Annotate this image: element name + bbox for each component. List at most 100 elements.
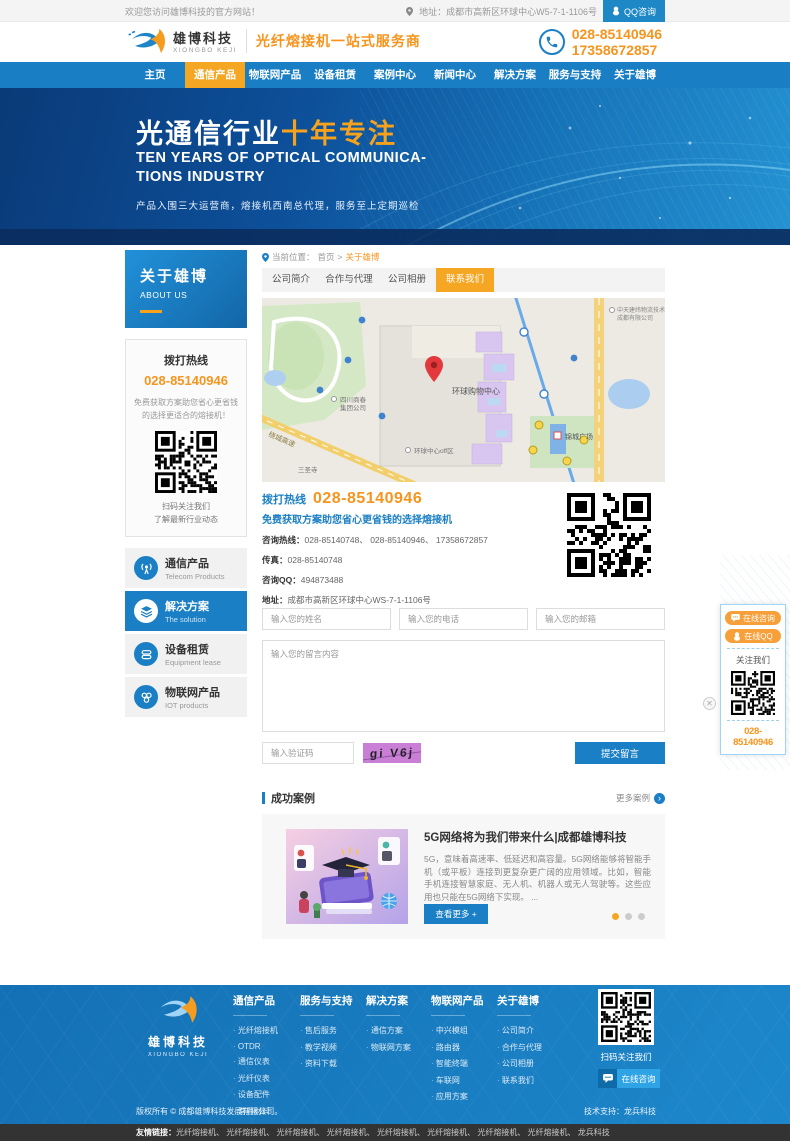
footer: 雄博科技 XIONGBO KEJI 通信产品 光纤熔接机 OTDR 通信仪表 光… — [0, 985, 790, 1124]
footer-link[interactable]: 资料下载 — [300, 1058, 353, 1069]
captcha-input[interactable] — [262, 742, 354, 764]
tab-company-profile[interactable]: 公司简介 — [262, 268, 320, 292]
location-map[interactable]: 绕城高速 环球购物中心 四川商春 集团公司 环球中心off区 三圣寺 — [262, 298, 665, 482]
cases-section-title: 成功案例 — [271, 790, 315, 806]
footer-link[interactable]: 光纤熔接机 — [233, 1025, 278, 1036]
tab-contact-us[interactable]: 联系我们 — [436, 268, 494, 292]
case-title[interactable]: 5G网络将为我们带来什么|成都雄博科技 — [424, 829, 651, 845]
footer-link[interactable]: 联系我们 — [497, 1075, 542, 1086]
footer-link[interactable]: 应用方案 — [431, 1091, 484, 1102]
qq-penguin-icon — [733, 632, 741, 641]
page: 欢迎您访问雄博科技的官方网站！ 地址：成都市高新区环球中心W5-7-1-1106… — [0, 0, 790, 1141]
carousel-dot-3[interactable] — [638, 913, 645, 920]
antenna-icon — [134, 556, 158, 580]
sidebar-qr-code — [155, 431, 217, 493]
logo-en: XIONGBO KEJI — [173, 47, 237, 54]
nav-item-home[interactable]: 主页 — [125, 62, 185, 88]
sidebar-about-title: 关于雄博 — [140, 265, 247, 286]
map-graphics: 绕城高速 环球购物中心 四川商春 集团公司 环球中心off区 三圣寺 — [262, 298, 665, 482]
nav-item-solutions[interactable]: 解决方案 — [485, 62, 545, 88]
phone-number-1: 028-85140946 — [572, 26, 662, 42]
footer-link[interactable]: 教学视频 — [300, 1042, 353, 1053]
nav-item-about[interactable]: 关于雄博 — [605, 62, 665, 88]
footer-col-iot: 物联网产品 中兴模组 路由器 智能终端 车联网 应用方案 — [431, 993, 484, 1108]
sidebar-item-solutions[interactable]: 解决方案The solution — [125, 591, 247, 631]
footer-link[interactable]: 通信仪表 — [233, 1056, 278, 1067]
nav-item-support[interactable]: 服务与支持 — [545, 62, 605, 88]
submit-message-button[interactable]: 提交留言 — [575, 742, 665, 764]
chat-bubble-icon — [598, 1069, 617, 1088]
topbar-address: 地址：成都市高新区环球中心W5-7-1-1106号 — [419, 5, 597, 18]
footer-link[interactable]: 公司简介 — [497, 1025, 542, 1036]
footer-link[interactable]: 通信方案 — [366, 1025, 411, 1036]
contact-hotline-phone: 028-85140946 — [313, 490, 422, 508]
tab-company-gallery[interactable]: 公司相册 — [378, 268, 436, 292]
footer-link[interactable]: OTDR — [233, 1042, 278, 1051]
footer-link[interactable]: 车联网 — [431, 1075, 484, 1086]
online-consult-button[interactable]: 在线咨询 — [725, 611, 781, 625]
carousel-dot-2[interactable] — [625, 913, 632, 920]
divider — [727, 720, 779, 721]
case-excerpt: 5G，意味着高速率、低延迟和高容量。5G网络能够将智能手机（或平板）连接到更复杂… — [424, 853, 651, 903]
follow-us-label: 关注我们 — [725, 654, 781, 666]
close-icon[interactable]: ✕ — [703, 697, 716, 710]
svg-text:集团公司: 集团公司 — [340, 403, 366, 412]
footer-consult-button[interactable]: 在线咨询 — [598, 1069, 660, 1088]
carousel-dot-1[interactable] — [612, 913, 619, 920]
sidebar: 关于雄博 ABOUT US 拨打热线 028-85140946 免费获取方案助您… — [125, 250, 247, 720]
name-input[interactable] — [262, 608, 391, 630]
header-slogan: 光纤熔接机一站式服务商 — [256, 31, 421, 51]
friend-links[interactable]: 光纤熔接机、 光纤熔接机、 光纤熔接机、 光纤熔接机、 光纤熔接机、 光纤熔接机… — [176, 1128, 610, 1137]
view-more-button[interactable]: 查看更多 + — [424, 904, 488, 924]
tab-cooperation-agency[interactable]: 合作与代理 — [320, 268, 378, 292]
sidebar-about-en: ABOUT US — [140, 290, 247, 300]
footer-col-support: 服务与支持 售后服务 教学视频 资料下载 — [300, 993, 353, 1075]
contact-hotline-label: 拨打热线 — [262, 491, 306, 507]
welcome-text: 欢迎您访问雄博科技的官方网站！ — [125, 5, 260, 18]
footer-link[interactable]: 物联网方案 — [366, 1042, 411, 1053]
logo-divider — [246, 29, 247, 53]
qq-consult-button[interactable]: QQ咨询 — [603, 0, 665, 22]
logo[interactable]: 雄博科技 XIONGBO KEJI 光纤熔接机一站式服务商 — [127, 26, 421, 56]
logo-cn: 雄博科技 — [173, 28, 237, 47]
captcha-image[interactable]: gi V6j — [363, 743, 421, 763]
nav-item-iot-products[interactable]: 物联网产品 — [245, 62, 305, 88]
hero-bottom-band — [0, 229, 790, 245]
footer-link[interactable]: 路由器 — [431, 1042, 484, 1053]
sidebar-item-equipment-lease[interactable]: 设备租赁Equipment lease — [125, 634, 247, 674]
section-accent-bar — [262, 792, 265, 804]
sidebar-item-telecom-products[interactable]: 通信产品Telecom Products — [125, 548, 247, 588]
layers-icon — [134, 599, 158, 623]
nav-item-telecom-products[interactable]: 通信产品 — [185, 62, 245, 88]
sidebar-menu: 通信产品Telecom Products 解决方案The solution 设备… — [125, 548, 247, 717]
footer-link[interactable]: 光纤仪表 — [233, 1073, 278, 1084]
breadcrumb: 当前位置：首页 > 关于雄博 — [262, 250, 665, 264]
svg-text:环球购物中心: 环球购物中心 — [452, 386, 500, 396]
iot-icon — [134, 685, 158, 709]
footer-link[interactable]: 中兴模组 — [431, 1025, 484, 1036]
footer-link[interactable]: 合作与代理 — [497, 1042, 542, 1053]
footer-col-telecom: 通信产品 光纤熔接机 OTDR 通信仪表 光纤仪表 设备配件 常用材料 — [233, 993, 278, 1122]
email-input[interactable] — [536, 608, 665, 630]
sidebar-item-iot-products[interactable]: 物联网产品IOT products — [125, 677, 247, 717]
online-qq-button[interactable]: 在线QQ — [725, 629, 781, 643]
svg-text:成都有限公司: 成都有限公司 — [617, 314, 653, 322]
hero-subtitle: TEN YEARS OF OPTICAL COMMUNICA- TIONS IN… — [136, 149, 426, 187]
footer-link[interactable]: 售后服务 — [300, 1025, 353, 1036]
more-cases-link[interactable]: 更多案例 — [616, 792, 665, 804]
breadcrumb-home[interactable]: 首页 — [318, 251, 335, 263]
nav-item-case-center[interactable]: 案例中心 — [365, 62, 425, 88]
svg-text:锦城广场: 锦城广场 — [565, 432, 593, 441]
footer-link[interactable]: 智能终端 — [431, 1058, 484, 1069]
hotline-qr-note: 扫码关注我们 了解最新行业动态 — [133, 500, 239, 526]
nav-item-equipment-rental[interactable]: 设备租赁 — [305, 62, 365, 88]
hero-banner: 光通信行业十年专注 TEN YEARS OF OPTICAL COMMUNICA… — [0, 88, 790, 245]
svg-text:四川商春: 四川商春 — [340, 395, 367, 404]
nav-item-news-center[interactable]: 新闻中心 — [425, 62, 485, 88]
footer-link[interactable]: 设备配件 — [233, 1089, 278, 1100]
qq-penguin-icon — [612, 6, 620, 16]
phone-input[interactable] — [399, 608, 528, 630]
header-phone: 028-85140946 17358672857 — [539, 26, 662, 58]
message-textarea[interactable] — [262, 640, 665, 732]
footer-link[interactable]: 公司相册 — [497, 1058, 542, 1069]
